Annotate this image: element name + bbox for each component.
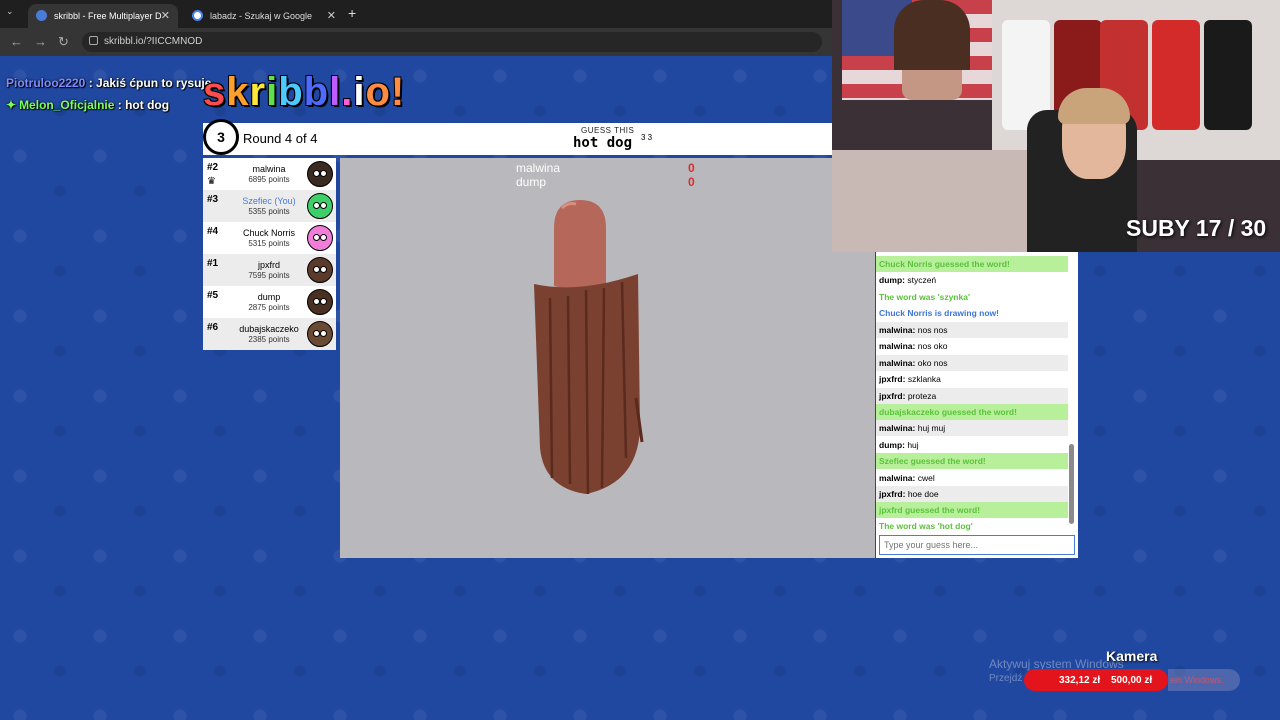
poster-hair — [894, 0, 970, 70]
player-avatar — [307, 225, 333, 251]
player-row[interactable]: #2 ♛ malwina 6895 points — [203, 158, 336, 190]
chat-scrollbar[interactable] — [1069, 444, 1074, 524]
hot-dog-drawing — [534, 200, 644, 495]
drawing-canvas[interactable]: malwina 0 dump 0 — [340, 158, 875, 558]
player-avatar — [307, 257, 333, 283]
player-points: 7595 points — [248, 271, 290, 280]
player-name: dump — [257, 292, 281, 302]
site-info-icon[interactable] — [89, 36, 98, 45]
chat-message: malwina: cwel — [879, 473, 935, 483]
player-row[interactable]: #3 Szefiec (You) 5355 points — [203, 190, 336, 222]
timer-value: 3 — [217, 129, 225, 145]
tab-skribbl[interactable]: skribbl - Free Multiplayer D ✕ — [28, 4, 178, 28]
player-rank: #4 — [207, 226, 219, 237]
chat-panel: Chuck Norris guessed the word! dump: sty… — [876, 252, 1078, 558]
windows-watermark-line2: Przejdź — [989, 673, 1023, 684]
chat-message: jpxfrd: hoe doe — [876, 486, 1068, 502]
player-avatar — [307, 321, 333, 347]
chat-message: dump: styczeń — [879, 275, 937, 285]
overlay-chat-text: : Jakiś ćpun to rysuje — [85, 76, 212, 90]
player-points: 6895 points — [248, 175, 290, 184]
address-bar-row: ← → ↻ skribbl.io/?IICCMNOD — [0, 28, 832, 56]
player-name: Szefiec (You) — [242, 196, 296, 206]
chat-message: jpxfrd: szklanka — [879, 374, 941, 384]
google-favicon-icon — [192, 10, 203, 21]
shirt-black — [1204, 20, 1252, 130]
tab-close-icon[interactable]: ✕ — [327, 4, 336, 28]
player-list: #2 ♛ malwina 6895 points #3 Szefiec (You… — [203, 158, 336, 350]
chat-message: dump: huj — [879, 440, 919, 450]
donation-goal: 500,00 zł — [1111, 675, 1153, 686]
overlay-chat-line: ✦ Melon_Oficjalnie : hot dog — [6, 98, 169, 112]
crown-icon: ♛ — [207, 176, 216, 187]
player-avatar — [307, 193, 333, 219]
player-row[interactable]: #1 jpxfrd 7595 points — [203, 254, 336, 286]
chat-message: The word was 'hot dog' — [879, 521, 973, 531]
overlay-chat-user: Melon_Oficjalnie — [19, 98, 115, 112]
player-points: 2875 points — [248, 303, 290, 312]
donation-bar-tail: ein Windows. — [1168, 669, 1240, 691]
player-name: malwina — [252, 164, 286, 174]
streamer-hair — [1058, 88, 1130, 124]
player-points: 2385 points — [248, 335, 290, 344]
chat-message: jpxfrd guessed the word! — [876, 502, 1068, 518]
chat-message: Szefiec guessed the word! — [876, 453, 1068, 469]
skribbl-logo: skribbl.io! — [203, 70, 406, 114]
game-header: 3 Round 4 of 4 GUESS THIS hot dog 3 3 — [203, 119, 832, 155]
chat-message: malwina: oko nos — [876, 355, 1068, 371]
reload-icon[interactable]: ↻ — [58, 34, 69, 50]
new-tab-button[interactable]: + — [348, 5, 356, 21]
player-name: dubajskaczeko — [239, 324, 299, 334]
url-text: skribbl.io/?IICCMNOD — [104, 36, 203, 47]
chat-message: dubajskaczeko guessed the word! — [876, 404, 1068, 420]
back-icon[interactable]: ← — [10, 34, 23, 49]
forward-icon[interactable]: → — [34, 34, 47, 49]
player-name: jpxfrd — [257, 260, 280, 270]
player-rank: #6 — [207, 322, 219, 333]
player-points: 5315 points — [248, 239, 290, 248]
chat-message: malwina: nos oko — [879, 341, 948, 351]
player-row[interactable]: #4 Chuck Norris 5315 points — [203, 222, 336, 254]
player-rank: #5 — [207, 290, 219, 301]
tab-search-icon[interactable]: ⌄ — [6, 6, 14, 17]
bed — [832, 150, 1032, 252]
browser-tab-bar: skribbl - Free Multiplayer D ✕ labadz - … — [0, 0, 832, 28]
timer-clock-icon: 3 — [203, 119, 239, 155]
player-rank: #1 — [207, 258, 219, 269]
donation-current: 332,12 zł — [1059, 675, 1101, 686]
player-avatar — [307, 289, 333, 315]
overlay-chat-text: : hot dog — [114, 98, 170, 112]
chat-message: Chuck Norris is drawing now! — [879, 308, 999, 318]
word-display: hot dog — [573, 135, 633, 151]
camera-label: Kamera — [1106, 648, 1158, 664]
overlay-chat-user: Piotruloo2220 — [6, 76, 86, 90]
player-avatar — [307, 161, 333, 187]
chat-message: malwina: huj muj — [876, 420, 1068, 436]
overlay-chat-line: Piotruloo2220 : Jakiś ćpun to rysuje — [6, 76, 211, 90]
tab-title: skribbl - Free Multiplayer D — [54, 11, 162, 21]
tab-title: labadz - Szukaj w Google — [210, 11, 313, 21]
word-letter-count: 3 3 — [641, 133, 653, 142]
skribbl-favicon-icon — [36, 10, 47, 21]
chat-message: Chuck Norris guessed the word! — [876, 256, 1068, 272]
url-bar[interactable]: skribbl.io/?IICCMNOD — [82, 32, 822, 52]
round-indicator: Round 4 of 4 — [243, 131, 318, 146]
player-name: Chuck Norris — [242, 228, 295, 238]
chat-message: jpxfrd: proteza — [876, 388, 1068, 404]
diamond-icon: ✦ — [6, 98, 17, 112]
player-rank: #2 — [207, 162, 219, 173]
chat-message: The word was 'szynka' — [879, 292, 970, 302]
guess-input[interactable] — [879, 535, 1075, 555]
player-row[interactable]: #5 dump 2875 points — [203, 286, 336, 318]
tab-google[interactable]: labadz - Szukaj w Google ✕ — [184, 4, 344, 28]
guess-hint-label: GUESS THIS — [581, 126, 635, 135]
sub-goal-counter: SUBY 17 / 30 — [1126, 215, 1267, 241]
player-points: 5355 points — [248, 207, 290, 216]
player-rank: #3 — [207, 194, 219, 205]
player-row[interactable]: #6 dubajskaczeko 2385 points — [203, 318, 336, 350]
tab-close-icon[interactable]: ✕ — [161, 4, 170, 28]
shirt-red — [1152, 20, 1200, 130]
chat-message: malwina: nos nos — [876, 322, 1068, 338]
